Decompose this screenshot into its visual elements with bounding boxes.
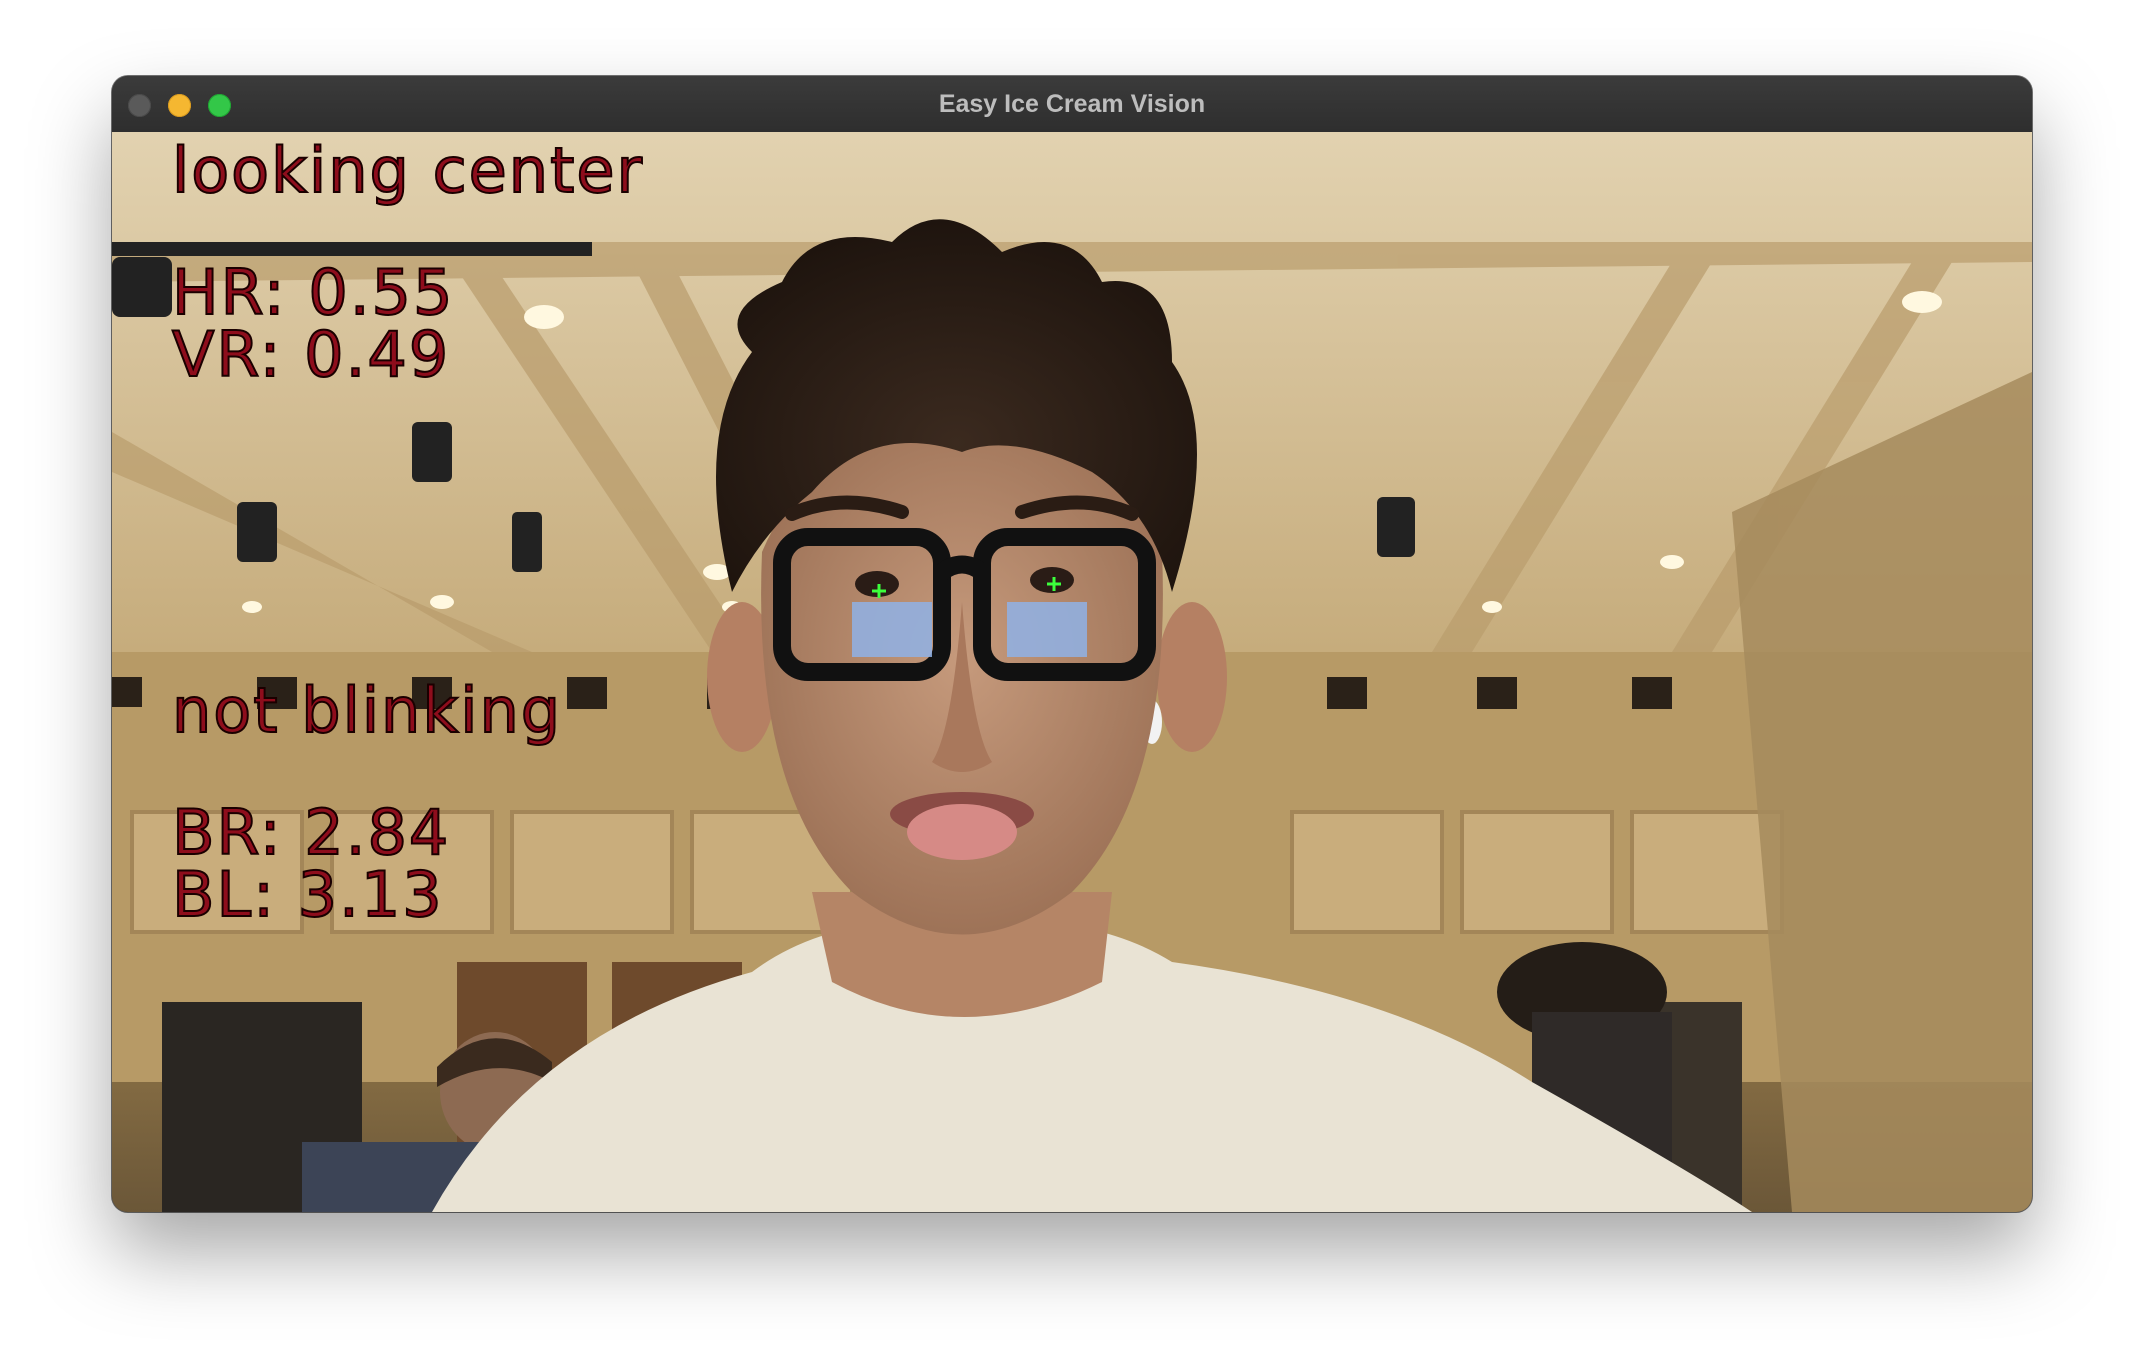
blink-ratio-left: BL: 3.13: [171, 858, 444, 931]
camera-feed: looking center HR: 0.55 VR: 0.49 not bli…: [112, 132, 2032, 1212]
gaze-status: looking center: [171, 134, 645, 207]
vertical-ratio: VR: 0.49: [171, 318, 451, 391]
right-wall: [1732, 372, 2032, 1212]
blink-ratio-right: BR: 2.84: [171, 796, 451, 869]
horizontal-ratio: HR: 0.55: [171, 256, 455, 329]
title-bar[interactable]: Easy Ice Cream Vision: [112, 76, 2032, 133]
blink-status: not blinking: [171, 674, 563, 747]
desktop-background: Easy Ice Cream Vision looking center HR:…: [0, 0, 2144, 1360]
app-window: Easy Ice Cream Vision looking center HR:…: [112, 76, 2032, 1212]
window-title: Easy Ice Cream Vision: [938, 90, 1206, 118]
